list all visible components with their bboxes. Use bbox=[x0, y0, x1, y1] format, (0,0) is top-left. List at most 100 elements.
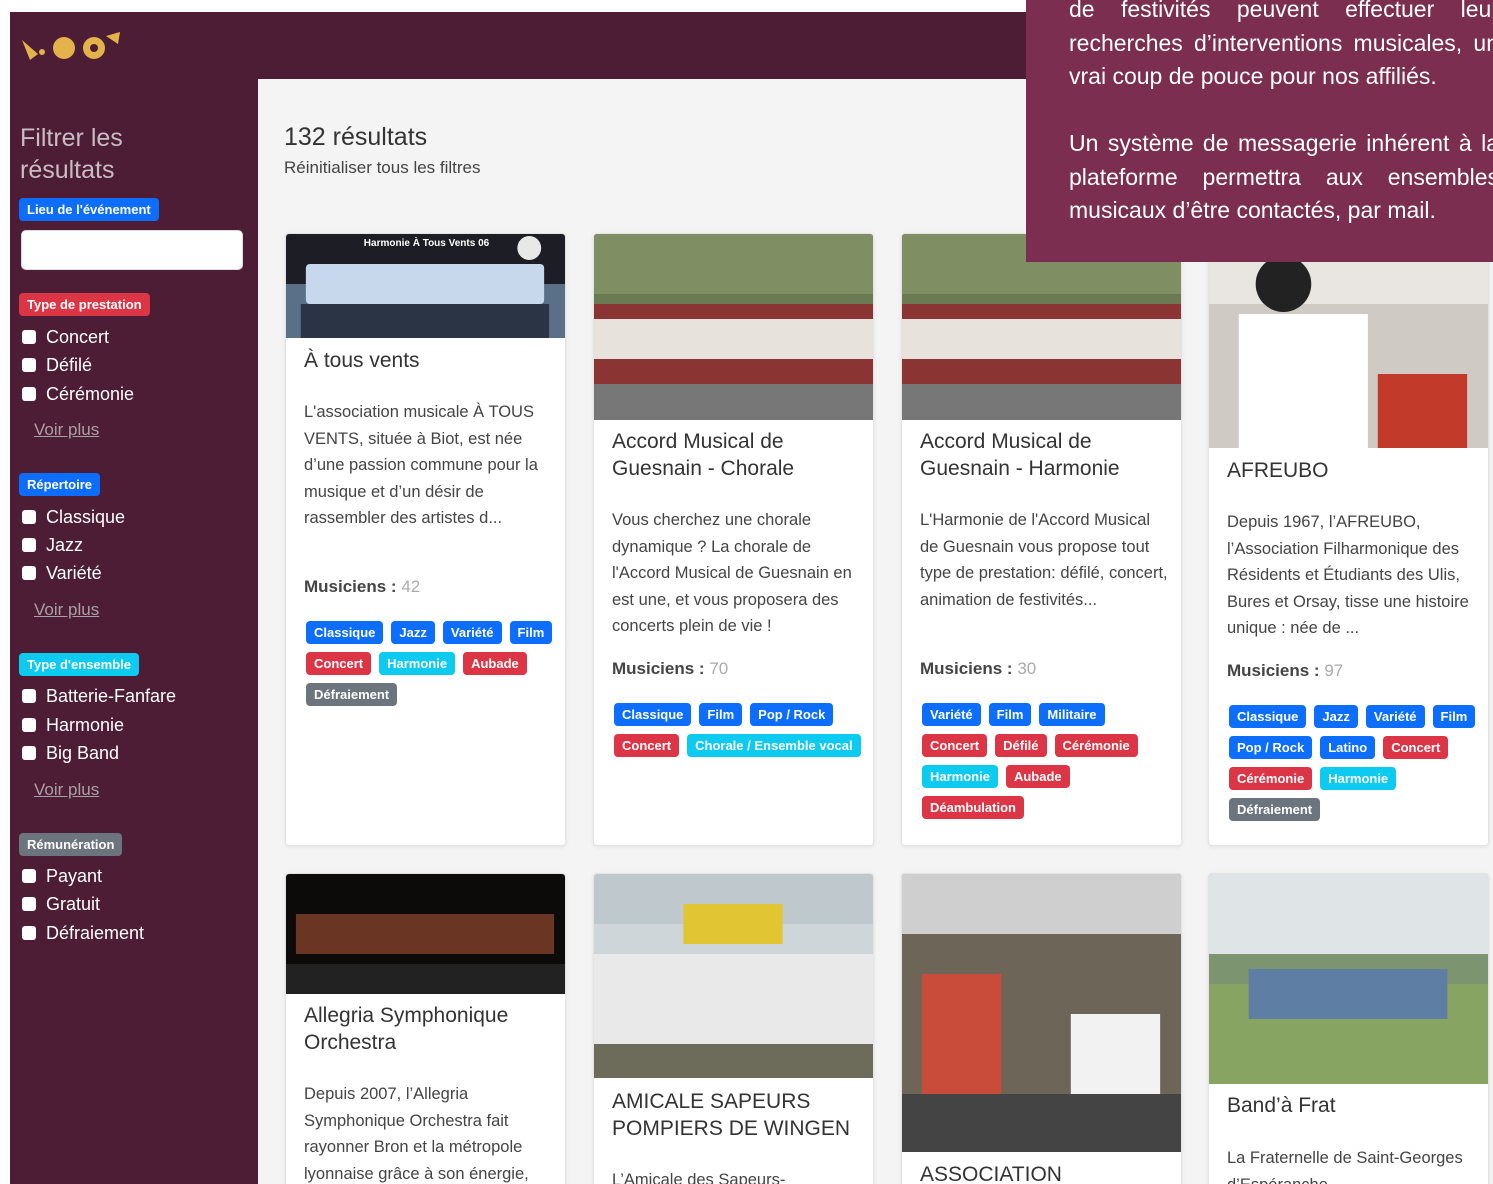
card-title[interactable]: ASSOCIATION bbox=[920, 1161, 1165, 1184]
checkbox-variete[interactable]: Variété bbox=[22, 561, 102, 585]
card-tag: Latino bbox=[1320, 736, 1376, 759]
checkbox-box[interactable] bbox=[22, 926, 36, 940]
checkbox-ceremonie[interactable]: Cérémonie bbox=[22, 382, 134, 406]
checkbox-box[interactable] bbox=[22, 869, 36, 883]
card-description: L'Harmonie de l'Accord Musical de Guesna… bbox=[920, 511, 1168, 609]
card-title[interactable]: AMICALE SAPEURS POMPIERS DE WINGEN bbox=[612, 1088, 857, 1142]
card-tag: Harmonie bbox=[379, 652, 456, 675]
card-tag: Variété bbox=[922, 703, 981, 726]
card-description: L'association musicale À TOUS VENTS, sit… bbox=[304, 403, 538, 527]
checkbox-payant[interactable]: Payant bbox=[22, 864, 102, 888]
checkbox-defraiement[interactable]: Défraiement bbox=[22, 921, 144, 945]
card-tag: Chorale / Ensemble vocal bbox=[687, 734, 861, 757]
result-card[interactable]: Accord Musical de Guesnain - Chorale Vou… bbox=[593, 233, 874, 846]
musicians-count: 30 bbox=[1017, 659, 1037, 678]
checkbox-label: Jazz bbox=[46, 534, 84, 555]
result-card[interactable]: Allegria Symphonique Orchestra Depuis 20… bbox=[285, 873, 566, 1184]
checkbox-label: Défilé bbox=[46, 354, 93, 375]
checkbox-label: Concert bbox=[46, 326, 110, 347]
checkbox-label: Batterie-Fanfare bbox=[46, 685, 177, 706]
card-tag: Défilé bbox=[995, 734, 1047, 757]
result-card[interactable]: Harmonie À Tous Vents 06 À tous vents L'… bbox=[285, 233, 566, 846]
card-tags: Classique Film Pop / Rock Concert Chorale / … bbox=[614, 703, 864, 757]
lieu-input[interactable] bbox=[21, 230, 243, 270]
card-tag: Classique bbox=[614, 703, 692, 726]
card-tag: Concert bbox=[614, 734, 680, 757]
card-tag: Jazz bbox=[1314, 705, 1358, 728]
card-tag: Concert bbox=[1383, 736, 1449, 759]
card-tag: Variété bbox=[442, 621, 502, 644]
checkbox-box[interactable] bbox=[22, 689, 36, 703]
checkbox-label: Cérémonie bbox=[46, 383, 135, 404]
checkbox-box[interactable] bbox=[22, 746, 36, 760]
logo[interactable] bbox=[20, 30, 130, 66]
result-card[interactable]: Accord Musical de Guesnain - Harmonie L'… bbox=[901, 233, 1182, 846]
card-tag: Film bbox=[509, 621, 553, 644]
musicians-label: Musiciens : bbox=[1227, 661, 1320, 680]
checkbox-label: Défraiement bbox=[46, 922, 145, 943]
card-title[interactable]: Accord Musical de Guesnain - Harmonie bbox=[920, 428, 1165, 482]
badge-repertoire: Répertoire bbox=[19, 473, 101, 496]
card-tag: Déambulation bbox=[922, 796, 1024, 819]
card-musicians: Musiciens : 30 bbox=[920, 659, 1036, 679]
card-tag: Harmonie bbox=[1320, 767, 1397, 790]
result-card[interactable]: AFREUBO Depuis 1967, l’AFREUBO, l’Associ… bbox=[1208, 233, 1489, 846]
checkbox-box[interactable] bbox=[22, 387, 36, 401]
musicians-label: Musiciens : bbox=[304, 577, 397, 596]
card-tag: Pop / Rock bbox=[750, 703, 834, 726]
checkbox-big-band[interactable]: Big Band bbox=[22, 741, 119, 765]
checkbox-box[interactable] bbox=[22, 897, 36, 911]
card-tag: Aubade bbox=[1005, 765, 1070, 788]
card-title[interactable]: À tous vents bbox=[304, 347, 549, 374]
card-tag: Harmonie bbox=[922, 765, 998, 788]
filter-title: Filtrer les résultats bbox=[20, 124, 123, 184]
card-photo bbox=[286, 234, 565, 338]
result-card[interactable]: AMICALE SAPEURS POMPIERS DE WINGEN L’Ami… bbox=[593, 873, 874, 1184]
card-photo bbox=[594, 874, 873, 1078]
checkbox-gratuit[interactable]: Gratuit bbox=[22, 892, 100, 916]
voir-plus-ensemble[interactable]: Voir plus bbox=[34, 780, 99, 800]
card-tag: Cérémonie bbox=[1229, 767, 1313, 790]
card-title[interactable]: Allegria Symphonique Orchestra bbox=[304, 1002, 549, 1056]
checkbox-defile[interactable]: Défilé bbox=[22, 353, 92, 377]
card-musicians: Musiciens : 70 bbox=[612, 659, 728, 679]
card-tag: Variété bbox=[1365, 705, 1425, 728]
checkbox-concert[interactable]: Concert bbox=[22, 325, 109, 349]
checkbox-box[interactable] bbox=[22, 566, 36, 580]
card-title[interactable]: Accord Musical de Guesnain - Chorale bbox=[612, 428, 857, 482]
badge-ensemble: Type d'ensemble bbox=[19, 653, 139, 676]
overlay-paragraph-2: Un système de messagerie inhérent à la p… bbox=[1069, 130, 1493, 223]
info-overlay: de festivités peuvent effectuer leur rec… bbox=[1026, 0, 1493, 262]
card-tag: Classique bbox=[306, 621, 384, 644]
checkbox-box[interactable] bbox=[22, 718, 36, 732]
checkbox-harmonie[interactable]: Harmonie bbox=[22, 713, 124, 737]
checkbox-batterie-fanfare[interactable]: Batterie-Fanfare bbox=[22, 684, 176, 708]
checkbox-box[interactable] bbox=[22, 538, 36, 552]
card-tag: Militaire bbox=[1039, 703, 1105, 726]
checkbox-box[interactable] bbox=[22, 510, 36, 524]
voir-plus-repertoire[interactable]: Voir plus bbox=[34, 600, 99, 620]
checkbox-box[interactable] bbox=[22, 358, 36, 372]
card-tag: Défraiement bbox=[306, 683, 398, 706]
card-title[interactable]: Band’à Frat bbox=[1227, 1092, 1472, 1119]
card-tag: Jazz bbox=[391, 621, 435, 644]
card-title[interactable]: AFREUBO bbox=[1227, 457, 1472, 484]
overlay-paragraph-1: de festivités peuvent effectuer leur rec… bbox=[1069, 0, 1493, 89]
checkbox-box[interactable] bbox=[22, 330, 36, 344]
result-card[interactable]: Band’à Frat La Fraternelle de Saint-Geor… bbox=[1208, 873, 1489, 1184]
card-description: Depuis 1967, l’AFREUBO, l’Association Fi… bbox=[1227, 513, 1469, 637]
card-tag: Pop / Rock bbox=[1229, 736, 1313, 759]
checkbox-jazz[interactable]: Jazz bbox=[22, 533, 83, 557]
result-card[interactable]: ASSOCIATION bbox=[901, 873, 1182, 1184]
checkbox-label: Payant bbox=[46, 865, 103, 886]
card-tag: Concert bbox=[922, 734, 988, 757]
checkbox-classique[interactable]: Classique bbox=[22, 505, 125, 529]
card-musicians: Musiciens : 97 bbox=[1227, 661, 1343, 681]
musicians-label: Musiciens : bbox=[612, 659, 705, 678]
voir-plus-prestation[interactable]: Voir plus bbox=[34, 420, 99, 440]
musicians-count: 97 bbox=[1324, 661, 1344, 680]
reset-filters-link[interactable]: Réinitialiser tous les filtres bbox=[284, 158, 481, 178]
musicians-label: Musiciens : bbox=[920, 659, 1013, 678]
checkbox-label: Harmonie bbox=[46, 714, 125, 735]
checkbox-label: Big Band bbox=[46, 742, 120, 763]
